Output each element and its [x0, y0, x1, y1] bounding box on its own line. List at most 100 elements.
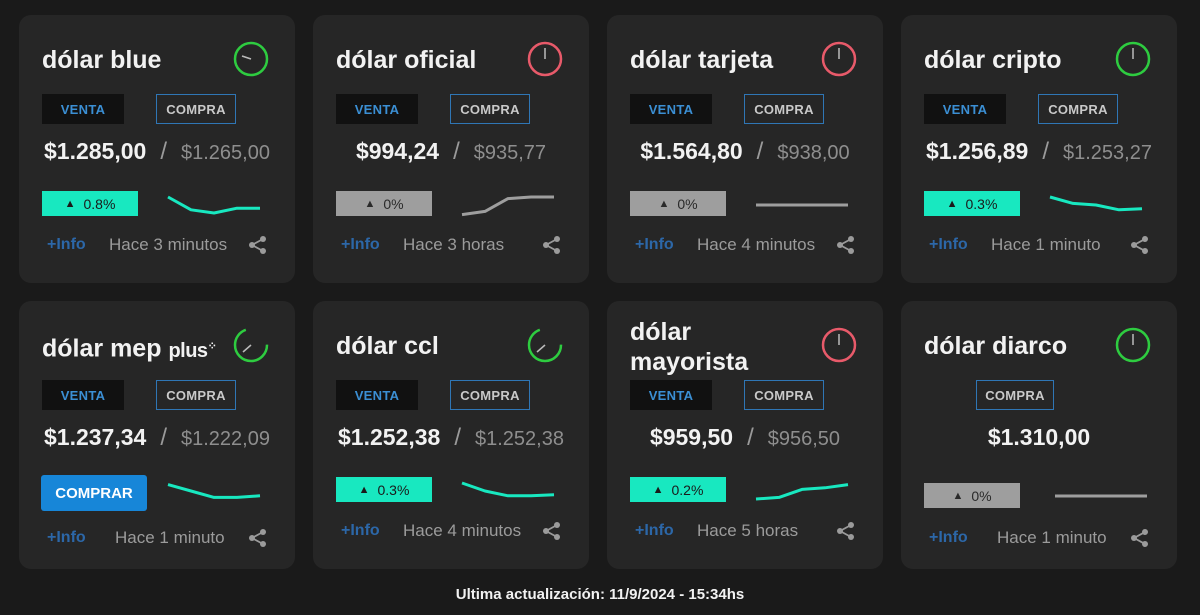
card-footer: +Info Hace 4 minutos — [341, 518, 563, 544]
buy-price: $956,50 — [767, 428, 841, 450]
share-icon[interactable] — [247, 527, 269, 549]
price-row: $1.564,80 / $938,00 — [607, 138, 883, 166]
price-row: $1.256,89 / $1.253,27 — [901, 138, 1177, 166]
share-icon[interactable] — [1129, 527, 1151, 549]
info-link[interactable]: +Info — [929, 529, 997, 547]
buy-price: $1.310,00 — [987, 424, 1091, 450]
compra-tab[interactable]: COMPRA — [450, 380, 530, 410]
card-dolar-ccl: dólar ccl VENTA COMPRA $1.252,38 / $1.25… — [313, 301, 589, 569]
variation-badge: ▲ 0.3% — [336, 477, 432, 502]
share-icon[interactable] — [1129, 234, 1151, 256]
sparkline-series — [461, 481, 555, 498]
plus-logo: plus⁘ — [168, 339, 217, 362]
variation-value: 0.8% — [83, 195, 116, 212]
price-separator: / — [454, 424, 461, 451]
card-footer: +Info Hace 3 horas — [341, 232, 563, 258]
sell-price: $994,24 — [355, 138, 440, 164]
card-title: dólar diarco — [924, 332, 1068, 360]
price-separator: / — [747, 424, 754, 451]
variation-value: 0% — [383, 195, 404, 212]
info-link[interactable]: +Info — [341, 522, 403, 540]
venta-tab[interactable]: VENTA — [336, 380, 418, 410]
sell-price: $959,50 — [649, 424, 734, 450]
compra-tab[interactable]: COMPRA — [744, 94, 824, 124]
updated-time: Hace 3 horas — [403, 235, 505, 254]
venta-tab[interactable]: VENTA — [42, 94, 124, 124]
venta-tab[interactable]: VENTA — [630, 380, 712, 410]
compra-tab[interactable]: COMPRA — [744, 380, 824, 410]
sparkline — [461, 481, 555, 498]
card-title: dólar oficial — [336, 46, 477, 74]
up-arrow-icon: ▲ — [652, 483, 664, 496]
up-arrow-icon: ▲ — [64, 197, 76, 210]
comprar-button[interactable]: COMPRAR — [41, 475, 147, 511]
sparkline — [755, 483, 849, 501]
updated-time: Hace 3 minutos — [109, 235, 228, 254]
compra-tab[interactable]: COMPRA — [450, 94, 530, 124]
variation-badge: ▲ 0% — [630, 191, 726, 216]
buy-price: $1.253,27 — [1063, 142, 1152, 164]
up-arrow-icon: ▲ — [946, 197, 958, 210]
share-icon[interactable] — [541, 520, 563, 542]
timer-icon — [1115, 41, 1151, 77]
info-link[interactable]: +Info — [47, 529, 115, 547]
card-title: dólar cripto — [924, 46, 1062, 74]
compra-tab[interactable]: COMPRA — [156, 94, 236, 124]
buy-price: $935,77 — [473, 142, 547, 164]
card-dolar-oficial: dólar oficial VENTA COMPRA $994,24 / $93… — [313, 15, 589, 283]
share-icon[interactable] — [247, 234, 269, 256]
sparkline — [167, 483, 261, 499]
price-row: $1.285,00 / $1.265,00 — [19, 138, 295, 166]
timer-icon — [527, 327, 563, 363]
card-footer: +Info Hace 1 minuto — [47, 525, 269, 551]
price-separator: / — [756, 138, 764, 165]
variation-badge: ▲ 0% — [924, 483, 1020, 508]
info-link[interactable]: +Info — [635, 236, 697, 254]
sell-price: $1.252,38 — [338, 424, 441, 450]
card-dolar-mep: dólar mep plus⁘ VENTA COMPRA $1.237,34 /… — [19, 301, 295, 569]
info-link[interactable]: +Info — [635, 522, 697, 540]
compra-tab[interactable]: COMPRA — [1038, 94, 1118, 124]
timer-icon — [233, 327, 269, 363]
variation-value: 0% — [677, 195, 698, 212]
card-footer: +Info Hace 4 minutos — [635, 232, 857, 258]
sparkline-series — [167, 483, 261, 499]
updated-time: Hace 5 horas — [697, 521, 799, 540]
venta-tab[interactable]: VENTA — [336, 94, 418, 124]
price-separator: / — [160, 138, 167, 165]
timer-icon — [527, 41, 563, 77]
share-icon[interactable] — [835, 520, 857, 542]
card-title-text: dólar mep — [42, 334, 162, 363]
venta-tab[interactable]: VENTA — [42, 380, 124, 410]
variation-badge: ▲ 0% — [336, 191, 432, 216]
sparkline-series — [167, 195, 260, 215]
up-arrow-icon: ▲ — [364, 197, 376, 210]
share-icon[interactable] — [541, 234, 563, 256]
sell-price: $1.256,89 — [926, 138, 1029, 164]
sparkline — [1049, 195, 1143, 212]
timer-icon — [821, 327, 857, 363]
sparkline-series — [755, 483, 849, 501]
card-dolar-diarco: dólar diarco COMPRA $1.310,00 ▲ 0% +Info… — [901, 301, 1177, 569]
venta-tab[interactable]: VENTA — [924, 94, 1006, 124]
info-link[interactable]: +Info — [47, 236, 109, 254]
sparkline-series — [1049, 195, 1143, 212]
updated-time: Hace 1 minuto — [997, 528, 1107, 547]
up-arrow-icon: ▲ — [358, 483, 370, 496]
venta-tab[interactable]: VENTA — [630, 94, 712, 124]
info-link[interactable]: +Info — [929, 236, 991, 254]
card-footer: +Info Hace 1 minuto — [929, 232, 1151, 258]
info-link[interactable]: +Info — [341, 236, 403, 254]
timer-icon — [233, 41, 269, 77]
sparkline — [756, 203, 848, 207]
variation-value: 0.3% — [377, 481, 410, 498]
variation-badge: ▲ 0.8% — [42, 191, 138, 216]
share-icon[interactable] — [835, 234, 857, 256]
card-title: dólar tarjeta — [630, 46, 774, 74]
price-separator: / — [160, 424, 167, 451]
last-update-text: Ultima actualización: 11/9/2024 - 15:34h… — [455, 586, 745, 603]
compra-tab[interactable]: COMPRA — [156, 380, 236, 410]
sell-price: $1.285,00 — [44, 138, 147, 164]
sparkline — [167, 195, 260, 215]
compra-tab[interactable]: COMPRA — [976, 380, 1054, 410]
